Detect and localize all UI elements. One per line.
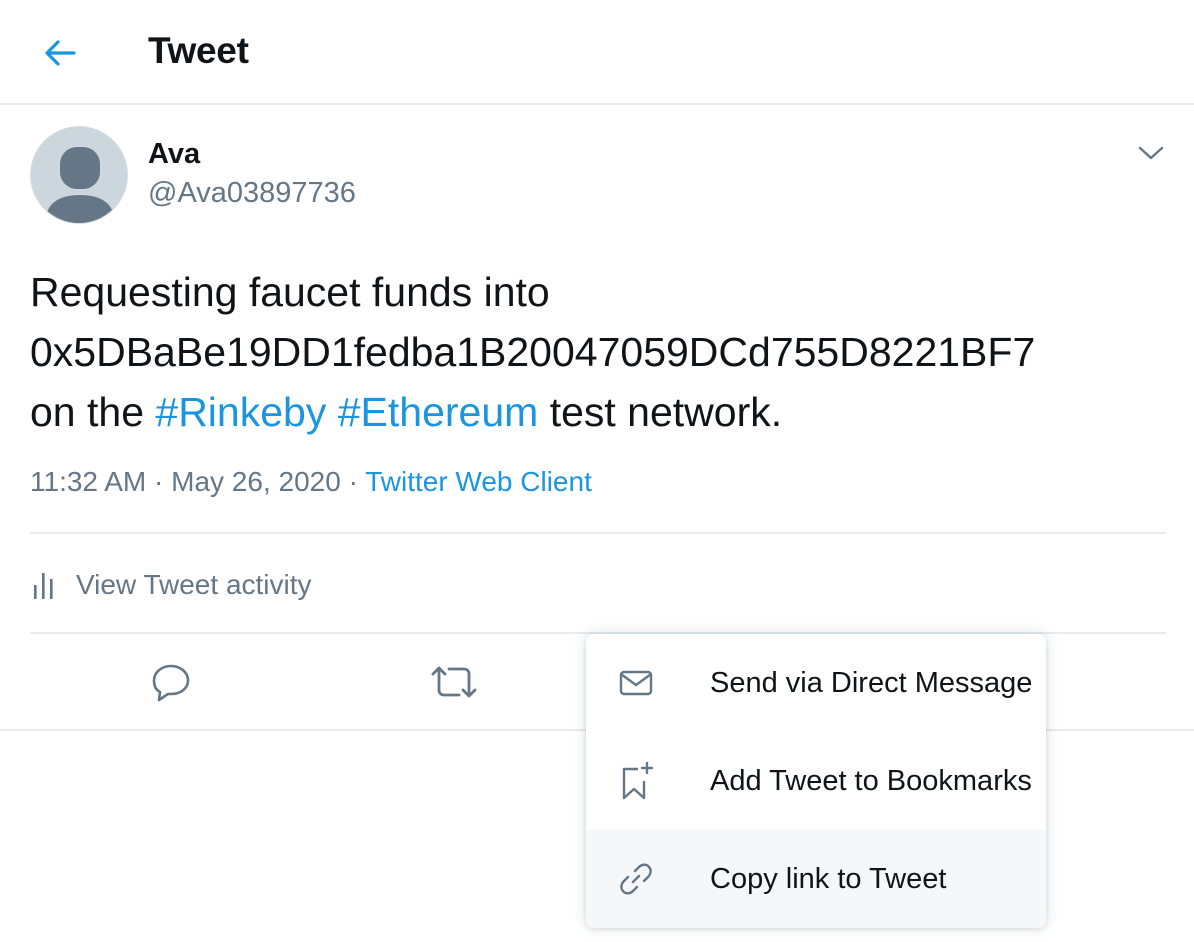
divider	[30, 532, 1166, 534]
back-button[interactable]	[40, 33, 80, 73]
menu-item-send-direct-message[interactable]: Send via Direct Message	[586, 634, 1046, 732]
tweet-options-button[interactable]	[1134, 136, 1168, 170]
chevron-down-icon	[1138, 146, 1164, 160]
tweet-text-segment: on the	[30, 389, 156, 435]
page-header: Tweet	[0, 0, 1194, 105]
tweet-text-line: on the #Rinkeby #Ethereum test network.	[30, 382, 1180, 442]
tweet-time[interactable]: 11:32 AM	[30, 466, 146, 497]
analytics-icon	[34, 573, 53, 599]
tweet-text-segment: test network.	[538, 389, 783, 435]
hashtag-link[interactable]: #Ethereum	[338, 389, 539, 435]
tweet-meta: 11:32 AM · May 26, 2020 · Twitter Web Cl…	[30, 466, 592, 498]
tweet-text-segment	[326, 389, 337, 435]
activity-label: View Tweet activity	[76, 569, 312, 600]
view-tweet-activity-button[interactable]: View Tweet activity	[30, 563, 312, 607]
default-profile-icon	[31, 127, 127, 223]
tweet-date[interactable]: May 26, 2020	[171, 466, 341, 497]
menu-item-label: Add Tweet to Bookmarks	[710, 764, 1032, 797]
arrow-left-icon	[45, 40, 76, 66]
author-name[interactable]: Ava	[148, 138, 200, 171]
menu-item-label: Send via Direct Message	[710, 666, 1033, 699]
retweet-icon	[431, 666, 477, 698]
menu-item-label: Copy link to Tweet	[710, 862, 947, 895]
author-handle[interactable]: @Ava03897736	[148, 177, 356, 210]
share-menu: Send via Direct Message Add Tweet to Boo…	[586, 634, 1046, 928]
menu-item-add-bookmark[interactable]: Add Tweet to Bookmarks	[586, 732, 1046, 830]
page-title: Tweet	[148, 30, 249, 71]
meta-separator: ·	[146, 466, 172, 497]
reply-icon	[152, 664, 190, 702]
envelope-icon	[618, 665, 654, 701]
menu-item-copy-link[interactable]: Copy link to Tweet	[586, 830, 1046, 928]
bookmark-add-icon	[618, 761, 654, 800]
avatar[interactable]	[30, 126, 128, 224]
retweet-button[interactable]	[428, 656, 480, 708]
tweet-text-line: 0x5DBaBe19DD1fedba1B20047059DCd755D8221B…	[30, 329, 1036, 375]
link-icon	[618, 861, 654, 897]
meta-separator: ·	[340, 466, 366, 497]
tweet-source-link[interactable]: Twitter Web Client	[365, 466, 592, 497]
tweet-text-line: Requesting faucet funds into	[30, 269, 550, 315]
tweet-text: Requesting faucet funds into 0x5DBaBe19D…	[30, 262, 1180, 442]
hashtag-link[interactable]: #Rinkeby	[155, 389, 326, 435]
reply-button[interactable]	[145, 656, 197, 708]
